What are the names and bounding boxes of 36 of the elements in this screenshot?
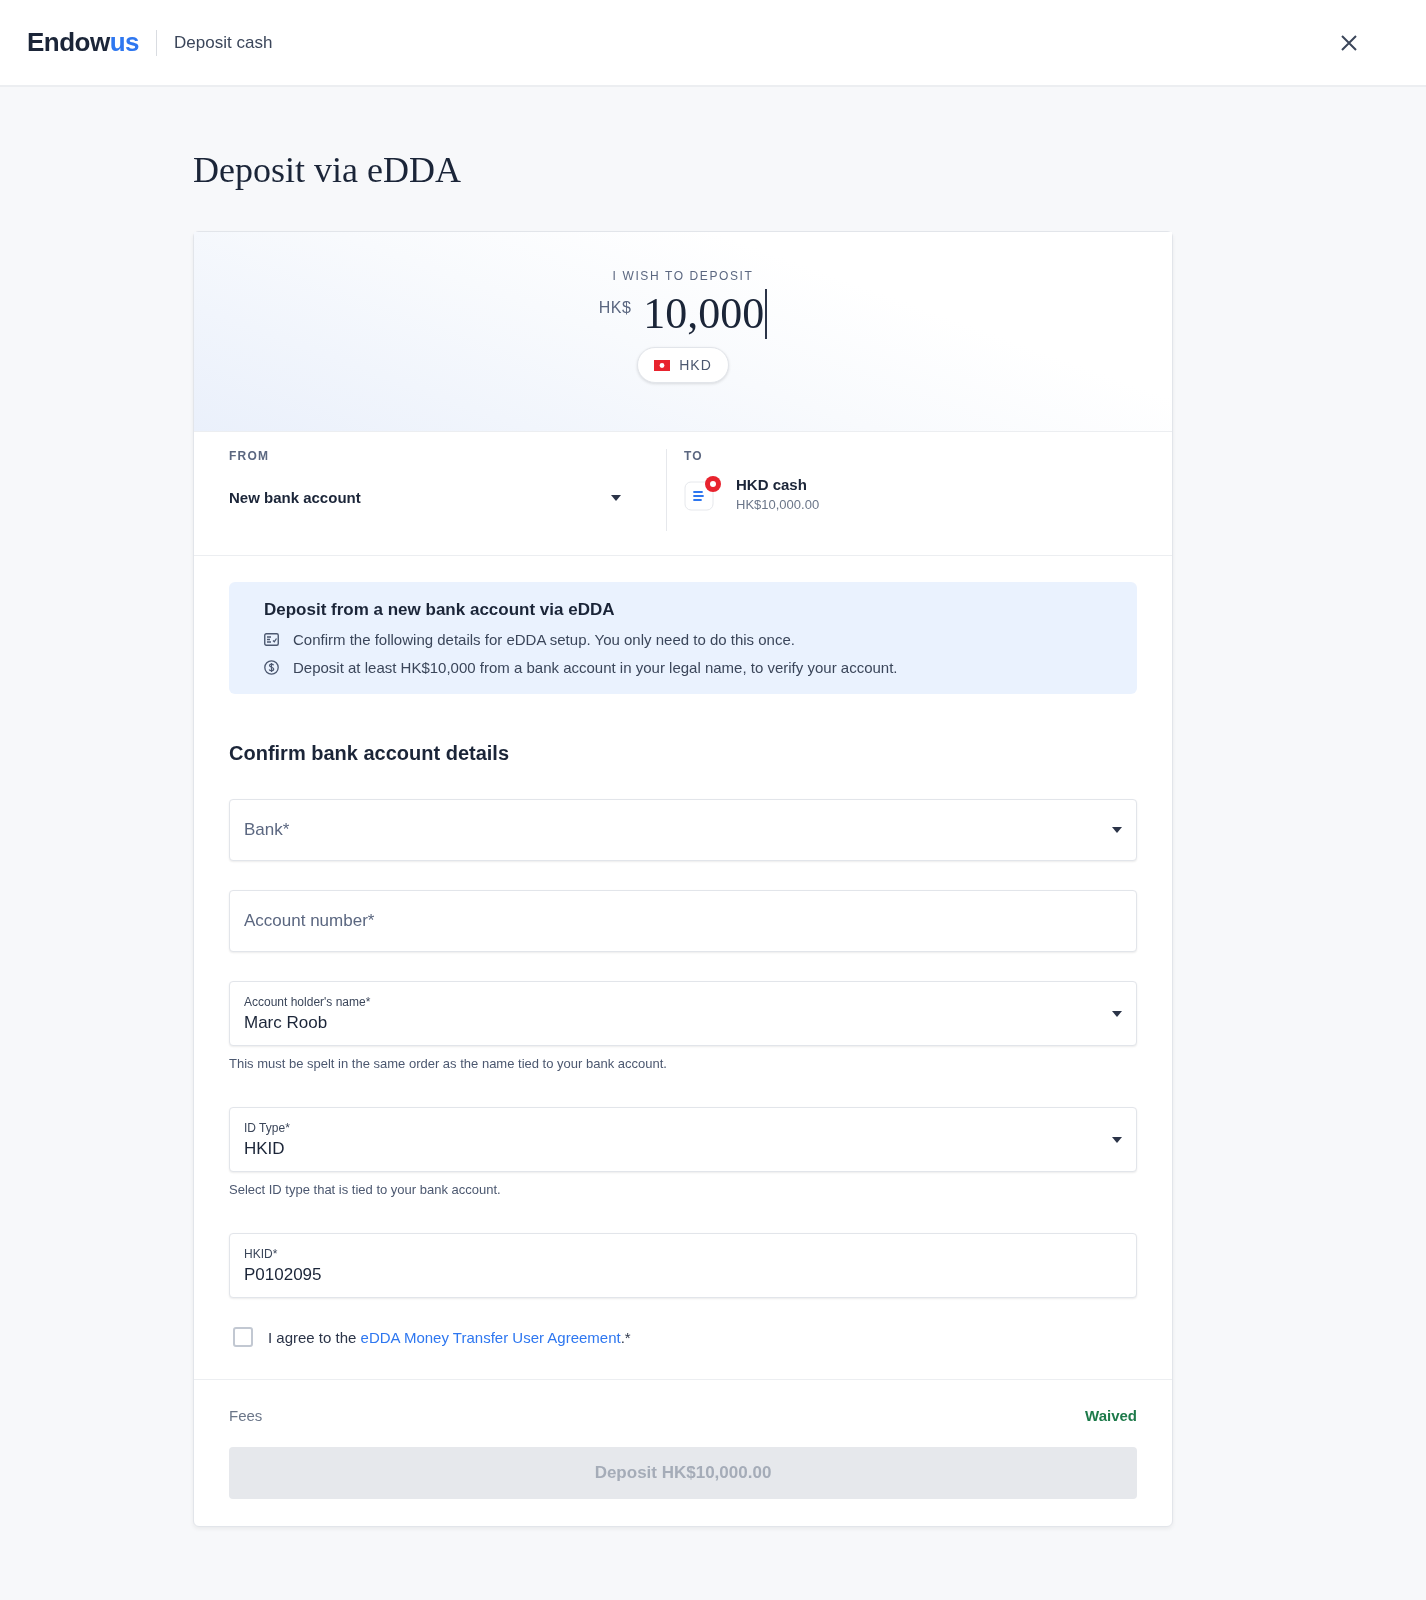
amount-field[interactable]: 10,000 (643, 289, 768, 339)
helper-text: Select ID type that is tied to your bank account. (229, 1182, 502, 1197)
caret-icon (1112, 1010, 1122, 1017)
fees-value: Waived (1085, 1407, 1137, 1424)
from-account-dropdown[interactable]: New bank account (229, 489, 631, 506)
input-field[interactable]: Account number* (229, 890, 1137, 952)
cash-account-icon (684, 475, 722, 513)
from-label: FROM (229, 449, 271, 463)
info-text: Deposit at least HK$10,000 from a bank account in your legal name, to verify your account. (293, 659, 898, 676)
caret-icon (1112, 1136, 1122, 1143)
currency-button[interactable]: HKD (637, 347, 729, 383)
to-label: TO (684, 449, 704, 463)
select-field[interactable]: Bank* (229, 799, 1137, 861)
fees-label: Fees (229, 1407, 263, 1424)
form-icon (264, 633, 279, 646)
to-account-name: HKD cash (736, 476, 808, 493)
agreement-checkbox[interactable] (233, 1327, 253, 1347)
info-text: Confirm the following details for eDDA setup. You only need to do this once. (293, 631, 795, 648)
section-title: Confirm bank account details (229, 742, 511, 765)
select-field[interactable]: ID Type* HKID (229, 1107, 1137, 1172)
helper-text: This must be spelt in the same order as the name tied to your bank account. (229, 1056, 668, 1071)
header-title: Deposit cash (174, 32, 273, 53)
page-title: Deposit via eDDA (193, 149, 462, 191)
to-account-amount: HK$10,000.00 (736, 497, 820, 512)
logo[interactable]: Endowus (27, 27, 140, 58)
flag-icon (654, 359, 671, 371)
select-field[interactable]: Account holder's name* Marc Roob (229, 981, 1137, 1046)
currency-symbol: HK$ (598, 299, 632, 317)
dollar-icon (264, 660, 279, 675)
caret-icon (611, 494, 621, 501)
input-field[interactable]: HKID* P0102095 (229, 1233, 1137, 1298)
agreement-text: I agree to the eDDA Money Transfer User Agreement.* (268, 1328, 631, 1346)
caret-icon (1112, 827, 1122, 833)
agreement-link[interactable]: eDDA Money Transfer User Agreement (360, 1328, 621, 1346)
info-title: Deposit from a new bank account via eDDA (264, 600, 616, 620)
amount-label: I WISH TO DEPOSIT (612, 269, 754, 283)
